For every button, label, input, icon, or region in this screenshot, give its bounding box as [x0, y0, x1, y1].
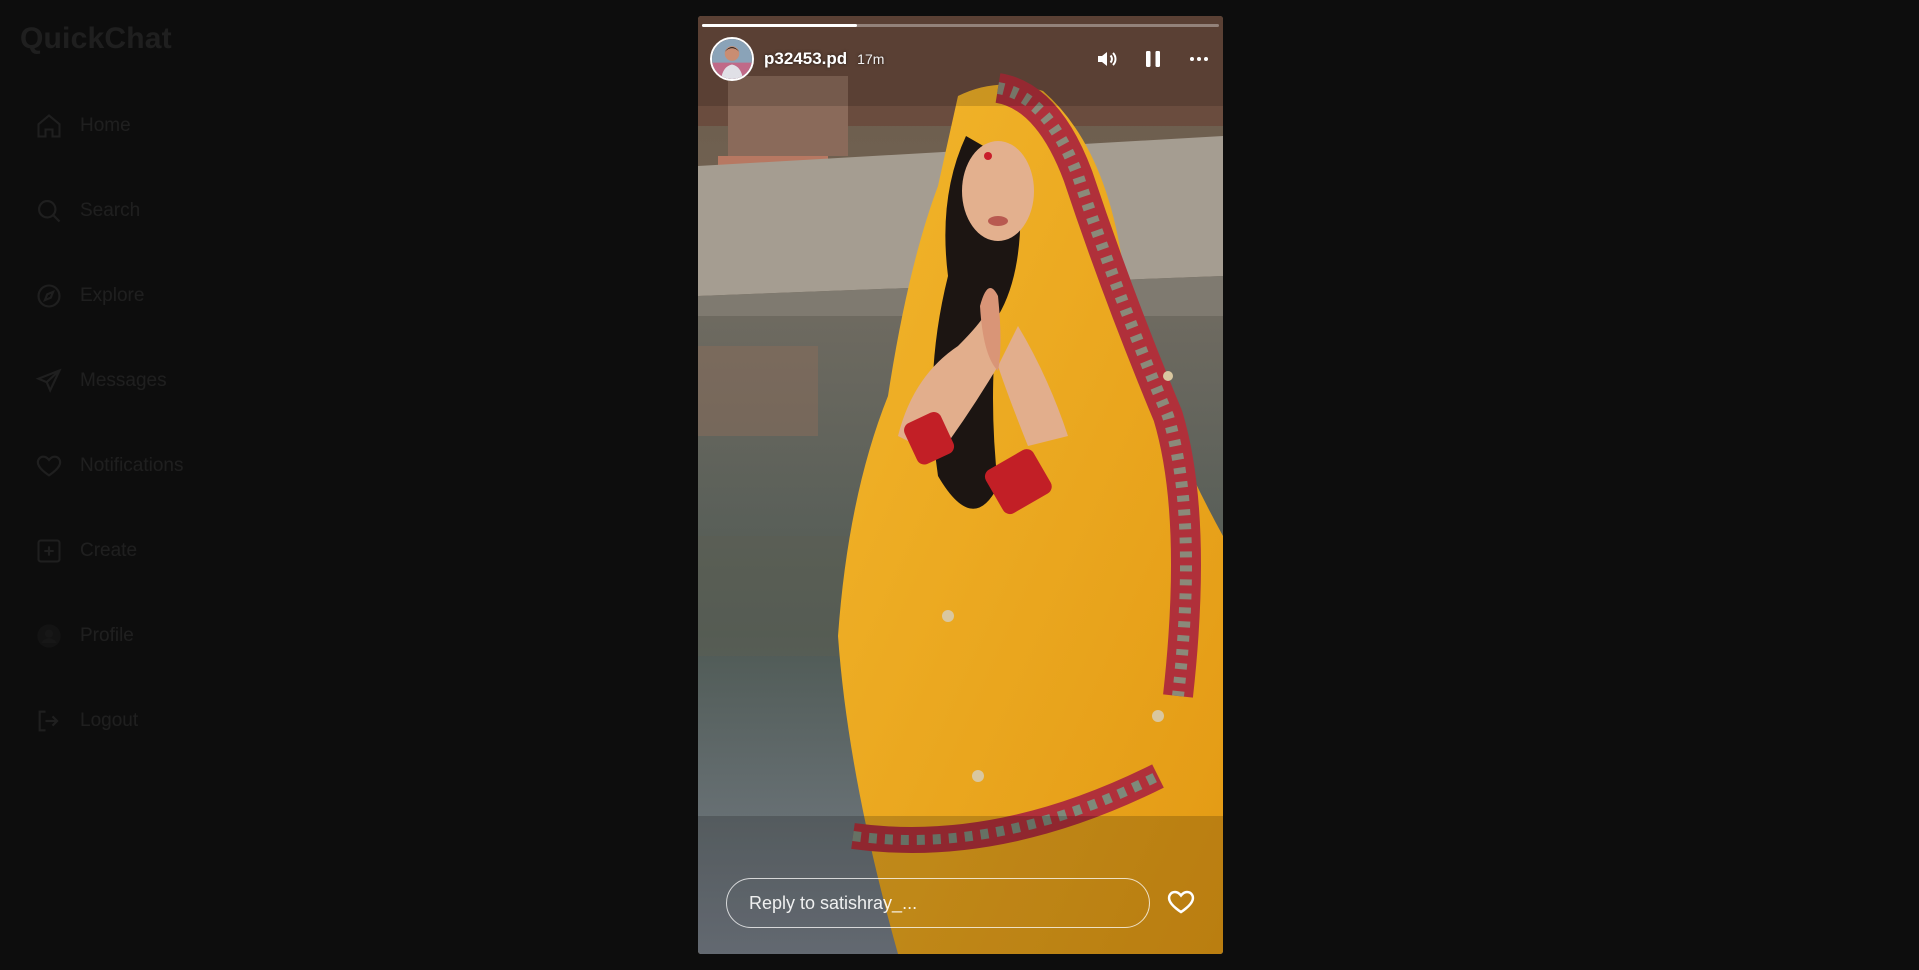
avatar-icon — [34, 621, 64, 651]
sidebar-item-home[interactable]: Home — [34, 106, 131, 146]
search-icon — [34, 196, 64, 226]
sidebar-item-create[interactable]: Create — [34, 531, 137, 571]
compass-icon — [34, 281, 64, 311]
home-icon — [34, 111, 64, 141]
story-timestamp: 17m — [857, 51, 885, 67]
sidebar-item-messages[interactable]: Messages — [34, 361, 167, 401]
pause-icon[interactable] — [1141, 47, 1165, 71]
sidebar-item-label: Logout — [80, 710, 139, 731]
story-viewer[interactable]: p32453.pd 17m — [698, 16, 1223, 954]
story-header: p32453.pd 17m — [710, 36, 1211, 82]
sidebar-item-label: Profile — [80, 625, 134, 646]
sidebar-item-search[interactable]: Search — [34, 191, 140, 231]
quickchat-app: QuickChat Home Search Explore Messages N… — [0, 0, 1919, 970]
sidebar-item-label: Home — [80, 115, 131, 136]
like-button[interactable] — [1165, 886, 1197, 918]
brand-logo[interactable]: QuickChat — [20, 22, 172, 56]
sidebar-item-explore[interactable]: Explore — [34, 276, 144, 316]
sidebar-item-logout[interactable]: Logout — [34, 701, 138, 741]
more-icon[interactable] — [1187, 47, 1211, 71]
story-username[interactable]: p32453.pd — [764, 49, 847, 69]
heart-icon — [1167, 890, 1195, 914]
sidebar-item-label: Explore — [80, 285, 145, 306]
sidebar-item-notifications[interactable]: Notifications — [34, 446, 184, 486]
heart-icon — [34, 451, 64, 481]
sidebar-item-label: Search — [80, 200, 141, 221]
plus-square-icon — [34, 536, 64, 566]
sidebar: QuickChat Home Search Explore Messages N… — [0, 0, 330, 970]
story-progress-track — [702, 24, 1219, 27]
story-progress-fill — [702, 24, 858, 27]
sidebar-item-profile[interactable]: Profile — [34, 616, 134, 656]
reply-input[interactable] — [747, 891, 1129, 915]
reply-bar — [726, 878, 1150, 928]
sidebar-item-label: Notifications — [80, 455, 184, 476]
story-controls — [1095, 47, 1211, 71]
sidebar-item-label: Create — [80, 540, 138, 561]
logout-icon — [34, 706, 64, 736]
story-image — [698, 16, 1223, 954]
volume-icon[interactable] — [1095, 47, 1119, 71]
sidebar-item-label: Messages — [80, 370, 167, 391]
send-icon — [34, 366, 64, 396]
story-avatar[interactable] — [710, 37, 754, 81]
